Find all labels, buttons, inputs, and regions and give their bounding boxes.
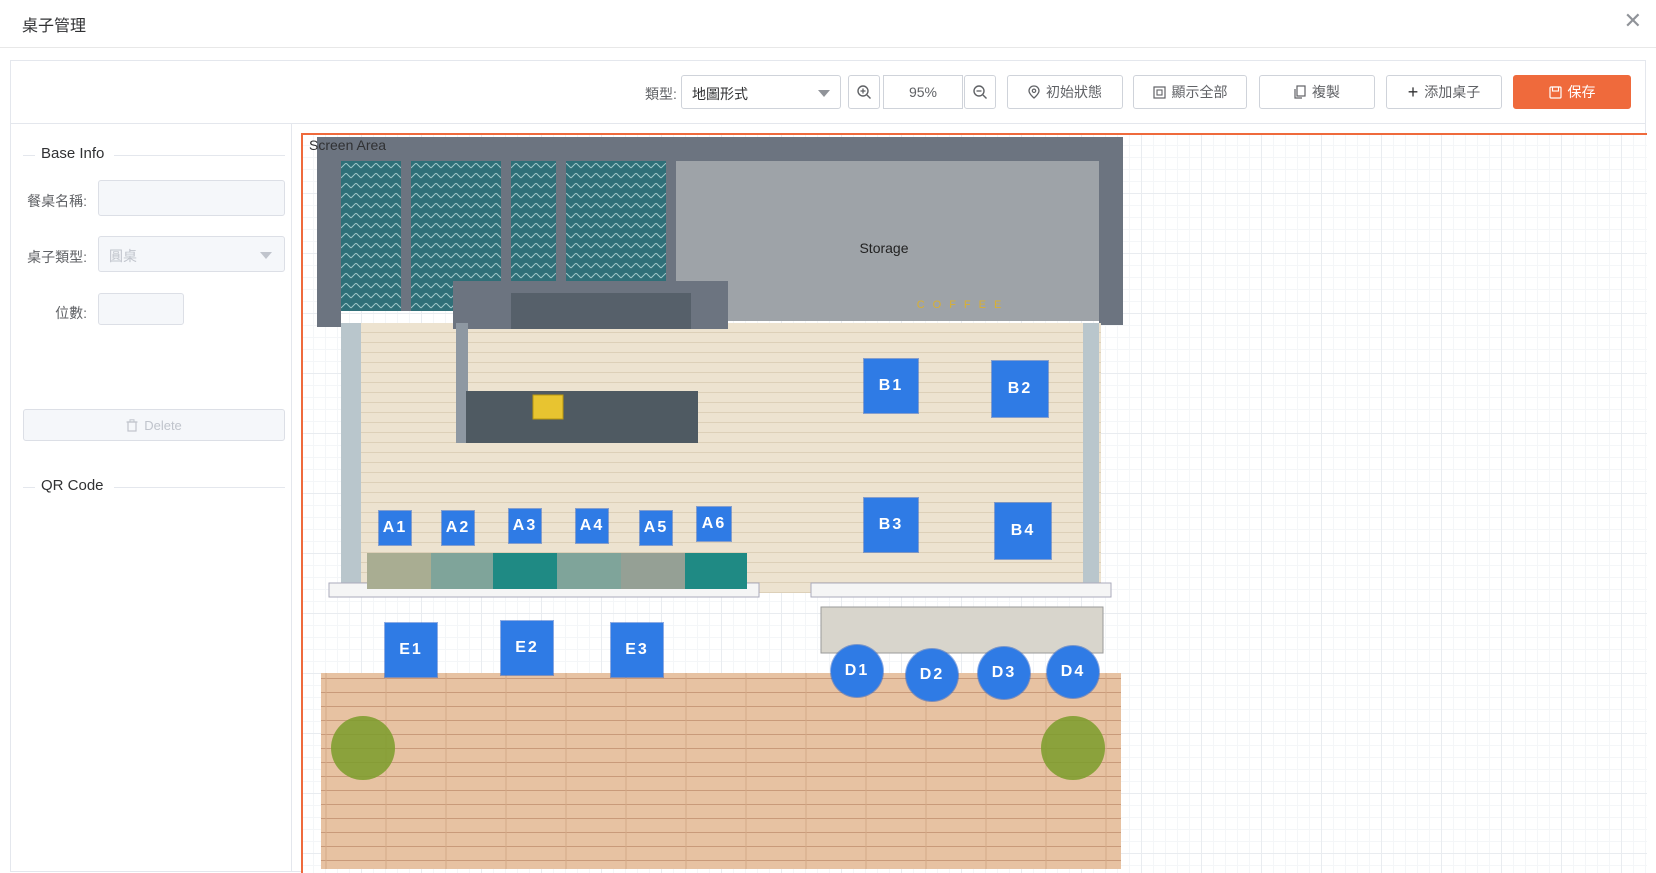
storage-label: Storage bbox=[859, 240, 908, 256]
base-info-title: Base Info bbox=[35, 145, 115, 162]
table-type-select[interactable]: 圓桌 bbox=[98, 236, 285, 272]
plus-icon: + bbox=[1407, 82, 1419, 102]
floor-plan-canvas[interactable]: Screen Area Storage COFFEE A1 A2 A3 A4 A… bbox=[301, 133, 1647, 873]
table-b3[interactable]: B3 bbox=[864, 498, 918, 552]
table-e2[interactable]: E2 bbox=[501, 621, 553, 675]
table-a6[interactable]: A6 bbox=[697, 507, 731, 541]
copy-button[interactable]: 複製 bbox=[1259, 75, 1375, 109]
add-table-label: 添加桌子 bbox=[1424, 84, 1481, 100]
seats-label: 位數: bbox=[55, 305, 87, 321]
qr-code-title: QR Code bbox=[35, 477, 114, 494]
table-name-field[interactable] bbox=[98, 180, 285, 216]
zoom-level: 95% bbox=[883, 75, 963, 109]
chevron-down-icon bbox=[818, 90, 830, 97]
seats-field[interactable] bbox=[98, 293, 184, 325]
dialog-header: 桌子管理 ✕ bbox=[0, 0, 1656, 48]
type-select[interactable]: 地圖形式 bbox=[681, 75, 841, 109]
delete-button[interactable]: Delete bbox=[23, 409, 285, 441]
floor-plan-image: Storage COFFEE bbox=[317, 137, 1123, 869]
coffee-sign: COFFEE bbox=[917, 299, 1010, 311]
table-d2[interactable]: D2 bbox=[906, 649, 958, 701]
delete-label: Delete bbox=[144, 417, 182, 433]
type-label: 類型: bbox=[645, 86, 677, 102]
table-a1[interactable]: A1 bbox=[379, 511, 411, 545]
zoom-out-icon bbox=[973, 85, 987, 99]
table-a2[interactable]: A2 bbox=[442, 511, 474, 545]
fullscreen-icon bbox=[1152, 85, 1166, 99]
chevron-down-icon bbox=[260, 252, 272, 259]
save-label: 保存 bbox=[1567, 84, 1596, 100]
zoom-out-button[interactable] bbox=[964, 75, 996, 109]
table-e3[interactable]: E3 bbox=[611, 623, 663, 677]
table-type-placeholder: 圓桌 bbox=[109, 248, 137, 264]
copy-label: 複製 bbox=[1312, 84, 1340, 100]
base-info-header: Base Info bbox=[23, 145, 285, 165]
save-icon bbox=[1548, 85, 1562, 99]
table-d1[interactable]: D1 bbox=[831, 645, 883, 697]
reset-view-label: 初始狀態 bbox=[1046, 84, 1102, 100]
table-a4[interactable]: A4 bbox=[576, 509, 608, 543]
save-button[interactable]: 保存 bbox=[1513, 75, 1631, 109]
table-b2[interactable]: B2 bbox=[992, 361, 1048, 417]
dialog-title: 桌子管理 bbox=[22, 18, 87, 35]
show-all-button[interactable]: 顯示全部 bbox=[1133, 75, 1247, 109]
table-e1[interactable]: E1 bbox=[385, 623, 437, 677]
location-pin-icon bbox=[1028, 85, 1040, 99]
table-b4[interactable]: B4 bbox=[995, 503, 1051, 559]
table-b1[interactable]: B1 bbox=[864, 359, 918, 413]
show-all-label: 顯示全部 bbox=[1171, 84, 1228, 100]
qr-code-header: QR Code bbox=[23, 477, 285, 497]
add-table-button[interactable]: + 添加桌子 bbox=[1386, 75, 1502, 109]
table-name-label: 餐桌名稱: bbox=[27, 193, 87, 209]
table-a5[interactable]: A5 bbox=[640, 511, 672, 545]
zoom-in-icon bbox=[857, 85, 871, 99]
table-d3[interactable]: D3 bbox=[978, 647, 1030, 699]
table-a3[interactable]: A3 bbox=[509, 509, 541, 543]
properties-sidebar: Base Info 餐桌名稱: 桌子類型: 圓桌 位數: Delete QR C… bbox=[11, 123, 292, 871]
toolbar: 類型: 地圖形式 95% 初始狀態 顯示全部 複製 + 添加桌子 保存 bbox=[11, 61, 1645, 124]
type-select-value: 地圖形式 bbox=[692, 86, 748, 102]
table-manager-panel: 類型: 地圖形式 95% 初始狀態 顯示全部 複製 + 添加桌子 保存 Base… bbox=[10, 60, 1647, 873]
reset-view-button[interactable]: 初始狀態 bbox=[1007, 75, 1123, 109]
table-d4[interactable]: D4 bbox=[1047, 646, 1099, 698]
copy-icon bbox=[1294, 85, 1306, 99]
table-type-label: 桌子類型: bbox=[27, 249, 87, 265]
trash-icon bbox=[126, 418, 138, 432]
zoom-in-button[interactable] bbox=[848, 75, 880, 109]
close-icon[interactable]: ✕ bbox=[1624, 10, 1642, 32]
screen-area-label: Screen Area bbox=[309, 137, 387, 153]
